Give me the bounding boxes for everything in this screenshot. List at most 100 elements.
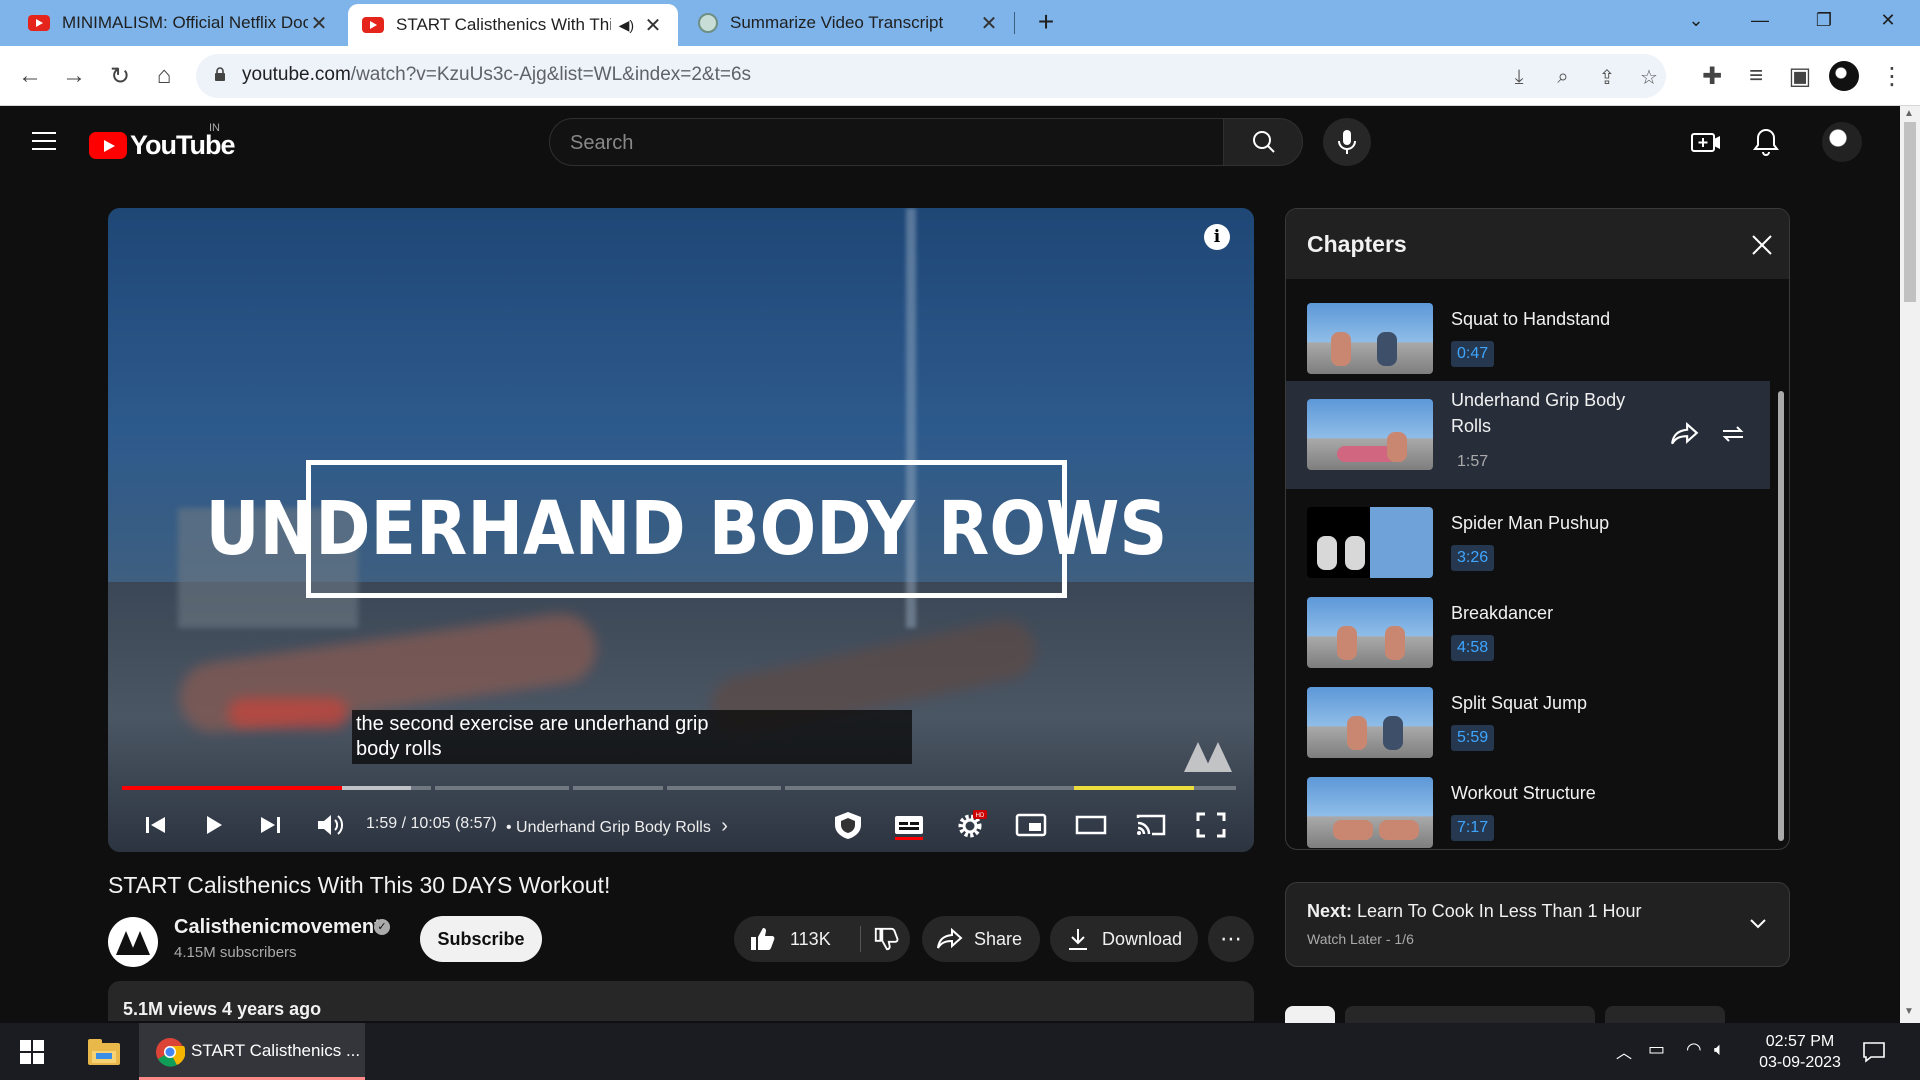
search-button[interactable]: [1223, 118, 1303, 166]
current-chapter-button[interactable]: • Underhand Grip Body Rolls ›: [506, 815, 728, 838]
previous-icon[interactable]: [142, 810, 170, 840]
channel-watermark-icon[interactable]: [1182, 738, 1240, 774]
scroll-up-arrow-icon[interactable]: ▲: [1904, 108, 1914, 119]
share-page-icon[interactable]: ⇪: [1594, 64, 1620, 90]
chapter-timestamp[interactable]: 0:47: [1451, 341, 1495, 367]
file-explorer-icon[interactable]: [88, 1039, 120, 1065]
windows-start-icon[interactable]: [20, 1040, 44, 1064]
speaker-icon[interactable]: ◀): [619, 17, 634, 34]
chapter-timestamp[interactable]: 4:58: [1451, 635, 1495, 661]
miniplayer-icon[interactable]: [1014, 810, 1048, 840]
theater-mode-icon[interactable]: [1074, 810, 1108, 840]
chapter-item[interactable]: Split Squat Jump 5:59: [1286, 675, 1770, 765]
chrome-menu-icon[interactable]: ⋮: [1876, 60, 1908, 92]
played-bar: [122, 786, 342, 790]
side-panel-icon[interactable]: ▣: [1784, 60, 1816, 92]
page-scrollbar[interactable]: ▲ ▼: [1900, 106, 1920, 1023]
settings-gear-icon[interactable]: HD: [954, 810, 988, 840]
speaker-icon[interactable]: 🔈︎: [1714, 1039, 1725, 1060]
playlist-info: Watch Later - 1/6: [1307, 931, 1414, 947]
share-arrow-icon[interactable]: [1670, 419, 1700, 449]
more-actions-icon[interactable]: ⋯: [1208, 916, 1254, 962]
minimize-icon[interactable]: —: [1730, 0, 1790, 40]
taskbar-chrome-button[interactable]: START Calisthenics ...: [139, 1023, 365, 1080]
volume-icon[interactable]: [314, 810, 344, 840]
download-button[interactable]: Download: [1050, 916, 1198, 962]
play-icon[interactable]: [200, 810, 228, 840]
reload-icon[interactable]: ↻: [104, 60, 136, 92]
tab-start-calisthenics[interactable]: START Calisthenics With This ◀) ✕: [348, 4, 678, 46]
close-icon[interactable]: ✕: [308, 11, 330, 36]
system-clock[interactable]: 02:57 PM 03-09-2023: [1750, 1031, 1850, 1073]
fullscreen-icon[interactable]: [1194, 810, 1228, 840]
description-box[interactable]: 5.1M views 4 years ago: [108, 981, 1254, 1021]
address-bar[interactable]: youtube.com/watch?v=KzuUs3c-Ajg&list=WL&…: [196, 54, 1666, 98]
tab-search-chevron-icon[interactable]: ⌄: [1666, 0, 1726, 40]
chapter-item[interactable]: Workout Structure 7:17: [1286, 765, 1770, 849]
chapter-segment[interactable]: [573, 786, 663, 790]
chapter-item[interactable]: Spider Man Pushup 3:26: [1286, 495, 1770, 585]
dislike-button[interactable]: [862, 916, 910, 962]
share-button[interactable]: Share: [922, 916, 1040, 962]
like-button[interactable]: 113K: [734, 916, 860, 962]
chapter-segment[interactable]: [435, 786, 569, 790]
lock-icon[interactable]: [214, 67, 226, 81]
home-icon[interactable]: ⌂: [148, 60, 180, 92]
chapter-segment[interactable]: [667, 786, 781, 790]
subtitles-icon[interactable]: [892, 810, 926, 840]
zoom-icon[interactable]: ⌕: [1550, 64, 1576, 90]
close-icon[interactable]: [1750, 233, 1774, 257]
window-close-icon[interactable]: ✕: [1858, 0, 1918, 40]
chapter-timestamp[interactable]: 1:57: [1451, 449, 1494, 475]
sponsorblock-shield-icon[interactable]: [830, 810, 866, 840]
youtube-logo[interactable]: YouTube IN: [89, 122, 235, 161]
new-tab-button[interactable]: +: [1030, 6, 1062, 38]
scroll-down-arrow-icon[interactable]: ▼: [1904, 1006, 1914, 1017]
guide-menu-icon[interactable]: [32, 132, 56, 150]
media-controls-icon[interactable]: ≡: [1740, 60, 1772, 92]
scrollbar-thumb[interactable]: [1904, 122, 1916, 302]
install-app-icon[interactable]: ⤓: [1506, 64, 1532, 90]
next-icon[interactable]: [256, 810, 284, 840]
chapters-scrollbar[interactable]: [1778, 391, 1784, 841]
chevron-down-icon[interactable]: [1748, 913, 1768, 933]
search-box: [549, 118, 1224, 166]
restore-icon[interactable]: ❐: [1794, 0, 1854, 40]
channel-avatar[interactable]: [108, 917, 158, 967]
progress-bar[interactable]: [122, 786, 1238, 790]
back-icon[interactable]: ←: [14, 60, 46, 92]
info-card-icon[interactable]: i: [1204, 224, 1230, 250]
close-icon[interactable]: ✕: [978, 11, 1000, 36]
chevron-up-icon[interactable]: ︿: [1616, 1039, 1632, 1063]
extensions-icon[interactable]: ✚: [1696, 60, 1728, 92]
chapter-timestamp[interactable]: 7:17: [1451, 815, 1495, 841]
tab-title: START Calisthenics With This: [396, 15, 611, 34]
chapter-item[interactable]: Squat to Handstand 0:47: [1286, 291, 1770, 381]
search-input[interactable]: [570, 130, 1190, 156]
account-avatar[interactable]: [1822, 122, 1862, 162]
chapter-item-active[interactable]: Underhand Grip Body Rolls 1:57: [1286, 381, 1770, 489]
wifi-icon[interactable]: ◠: [1686, 1039, 1702, 1060]
forward-icon[interactable]: →: [58, 60, 90, 92]
voice-search-button[interactable]: [1323, 118, 1371, 166]
tab-summarize-transcript[interactable]: Summarize Video Transcript ✕: [684, 0, 1014, 46]
cast-icon[interactable]: [1134, 810, 1168, 840]
chapter-item[interactable]: Breakdancer 4:58: [1286, 585, 1770, 675]
microphone-icon: [1338, 130, 1356, 154]
chapter-timestamp[interactable]: 5:59: [1451, 725, 1495, 751]
chapter-timestamp[interactable]: 3:26: [1451, 545, 1495, 571]
notification-center-icon[interactable]: [1862, 1041, 1886, 1063]
subscribe-button[interactable]: Subscribe: [420, 916, 542, 962]
create-video-icon[interactable]: [1688, 124, 1724, 160]
close-icon[interactable]: ✕: [642, 13, 664, 38]
video-player[interactable]: UNDERHAND BODY ROWS i the second exercis…: [108, 208, 1254, 852]
channel-name[interactable]: Calisthenicmovement: [174, 916, 381, 939]
notifications-bell-icon[interactable]: [1748, 124, 1784, 160]
bookmark-star-icon[interactable]: ☆: [1636, 64, 1662, 90]
tab-minimalism[interactable]: MINIMALISM: Official Netflix Doc ✕: [14, 0, 344, 46]
taskbar-chrome-title: START Calisthenics ...: [191, 1041, 361, 1060]
profile-avatar[interactable]: [1828, 60, 1860, 92]
loop-icon[interactable]: [1718, 419, 1748, 449]
playlist-next-box[interactable]: Next: Learn To Cook In Less Than 1 Hour …: [1285, 882, 1790, 967]
battery-icon[interactable]: ▭: [1648, 1039, 1665, 1060]
